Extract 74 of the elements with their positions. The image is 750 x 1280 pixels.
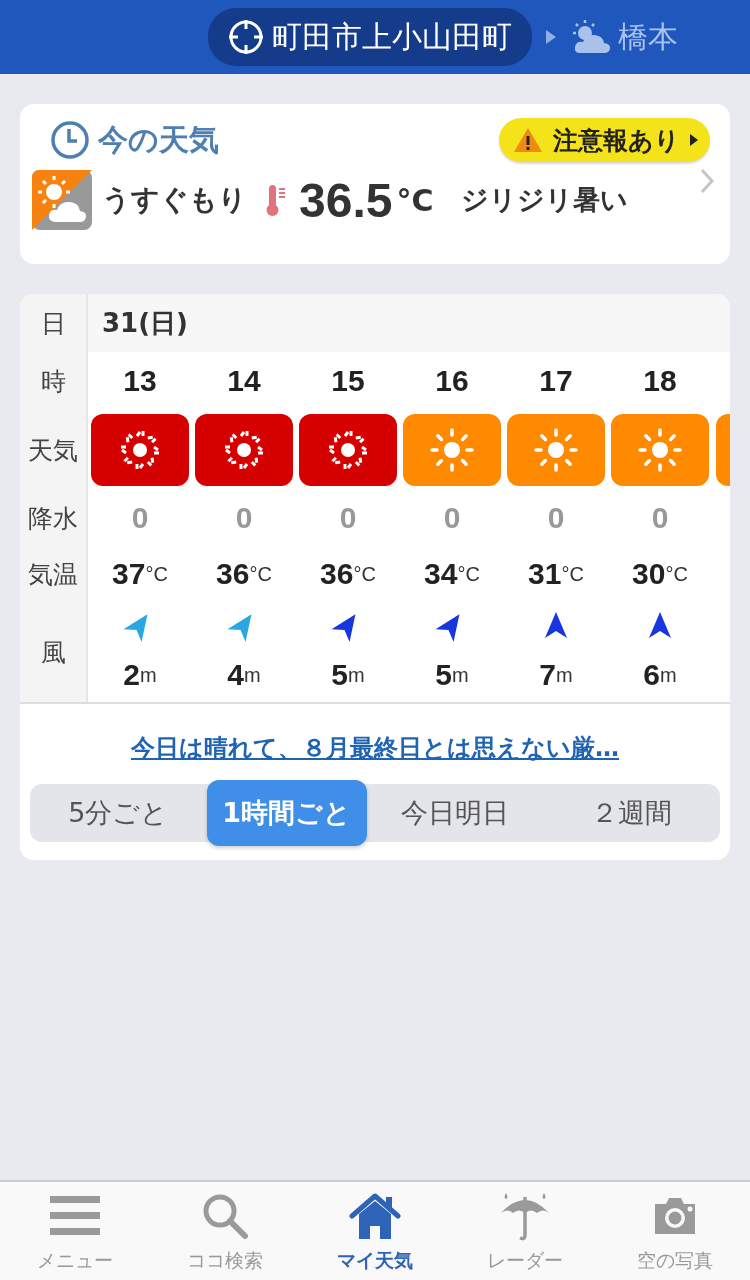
precipitation-text: 0 <box>338 500 358 536</box>
wind-speed: 5 <box>331 658 348 692</box>
row-label: 気温 <box>20 546 88 602</box>
precipitation-text: 0 <box>442 500 462 536</box>
precipitation-text: 0 <box>650 500 670 536</box>
sun-cloud-icon <box>32 170 92 230</box>
warning-button[interactable]: 注意報あり <box>499 118 710 162</box>
temperature-unit: °C <box>665 562 688 586</box>
wind-unit: m <box>244 663 261 687</box>
wind-speed: 4 <box>227 658 244 692</box>
current-weather-card[interactable]: 今の天気 注意報あり うすぐもり 36.5°C ジリジリ暑い <box>20 104 730 264</box>
interval-tab[interactable]: 1時間ごと <box>206 780 367 846</box>
date-text: 31(日) <box>88 294 730 352</box>
hour-text: 17 <box>538 363 574 399</box>
home-icon <box>349 1192 401 1240</box>
precipitation-text: 0 <box>546 500 566 536</box>
nav-item[interactable]: マイ天気 <box>300 1182 450 1280</box>
menu-icon <box>50 1194 100 1238</box>
temperature-value: 36 <box>216 557 250 591</box>
wind-speed: 2 <box>123 658 140 692</box>
row-label: 天気 <box>20 410 88 490</box>
warning-icon <box>513 127 543 153</box>
wind-speed: 7 <box>539 658 556 692</box>
temperature-value: 36 <box>320 557 354 591</box>
wind-unit: m <box>140 663 157 687</box>
interval-tab[interactable]: ２週間 <box>543 784 720 842</box>
wind-unit: m <box>452 663 469 687</box>
row-label: 日 <box>20 294 88 352</box>
wind-unit: m <box>556 663 573 687</box>
location-icon <box>228 19 264 55</box>
temperature: 36.5 <box>299 172 393 228</box>
search-icon <box>201 1192 249 1240</box>
location-button[interactable]: 町田市上小山田町 <box>208 8 532 66</box>
hour-text: 13 <box>122 363 158 399</box>
comment-text: ジリジリ暑い <box>461 183 629 217</box>
temperature-unit: °C <box>353 562 376 586</box>
chevron-icon <box>700 168 714 194</box>
precipitation-text: 0 <box>234 500 254 536</box>
wind-unit: m <box>660 663 677 687</box>
hour-text: 15 <box>330 363 366 399</box>
hour-text: 18 <box>642 363 678 399</box>
thermometer-icon <box>265 183 287 217</box>
temperature-value: 37 <box>112 557 146 591</box>
interval-tab[interactable]: 今日明日 <box>366 784 544 842</box>
sun-icon <box>428 426 476 474</box>
clock-icon <box>50 120 90 160</box>
camera-icon <box>652 1196 698 1236</box>
next-location[interactable]: 橋本 <box>618 16 678 58</box>
arrow-icon <box>546 30 556 44</box>
row-label: 風 <box>20 602 88 702</box>
temperature-unit: °C <box>249 562 272 586</box>
temperature-value: 34 <box>424 557 458 591</box>
wind-speed: 5 <box>435 658 452 692</box>
temperature-unit: °C <box>396 182 434 218</box>
condition-text: うすぐもり <box>102 182 247 218</box>
interval-tab[interactable]: 5分ごと <box>30 784 207 842</box>
temperature-unit: °C <box>561 562 584 586</box>
row-label: 時 <box>20 352 88 410</box>
wind-unit: m <box>348 663 365 687</box>
hour-text: 14 <box>226 363 262 399</box>
precipitation-text: 0 <box>130 500 150 536</box>
sun-icon <box>532 426 580 474</box>
temperature-unit: °C <box>145 562 168 586</box>
temperature-value: 30 <box>632 557 666 591</box>
forecast-summary-link[interactable]: 今日は晴れて、８月最終日とは思えない厳… <box>131 732 619 764</box>
temperature-value: 31 <box>528 557 562 591</box>
section-title: 今の天気 <box>98 120 219 159</box>
sun-cloud-icon <box>570 19 612 55</box>
hour-text: 16 <box>434 363 470 399</box>
wind-speed: 6 <box>643 658 660 692</box>
row-label: 降水 <box>20 490 88 546</box>
temperature-unit: °C <box>457 562 480 586</box>
arrow-icon <box>690 134 698 146</box>
sun-icon <box>636 426 684 474</box>
